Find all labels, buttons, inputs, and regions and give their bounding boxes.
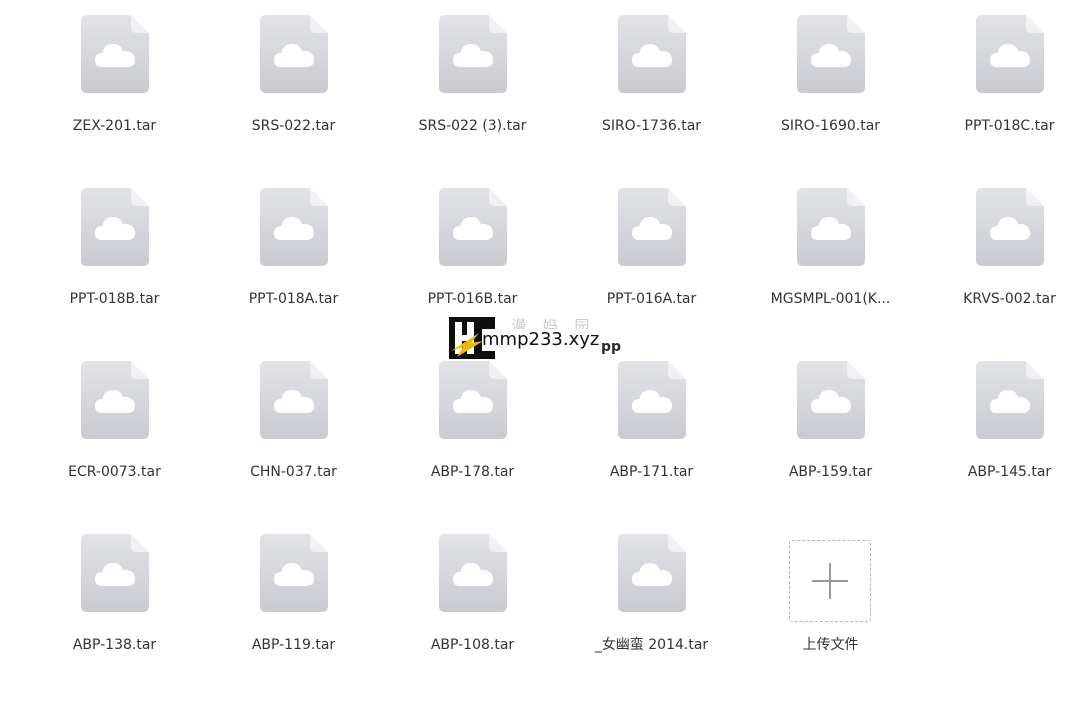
cloud-file-icon [797, 15, 865, 93]
file-name: _女幽蛮 2014.tar [594, 637, 709, 653]
file-item[interactable]: PPT-018B.tar [25, 188, 204, 361]
cloud-file-icon [439, 188, 507, 266]
file-name: PPT-018C.tar [964, 118, 1055, 134]
cloud-file-icon [618, 361, 686, 439]
file-name: SRS-022 (3).tar [418, 118, 527, 134]
file-item[interactable]: _女幽蛮 2014.tar [562, 534, 741, 707]
plus-icon [812, 563, 848, 599]
file-item[interactable]: ABP-119.tar [204, 534, 383, 707]
file-item[interactable]: ABP-145.tar [920, 361, 1080, 534]
file-name: SIRO-1690.tar [780, 118, 881, 134]
file-name: PPT-016A.tar [606, 291, 697, 307]
cloud-file-icon [976, 188, 1044, 266]
cloud-file-icon [81, 15, 149, 93]
cloud-file-icon [439, 534, 507, 612]
cloud-file-icon [81, 188, 149, 266]
file-item[interactable]: PPT-016B.tar [383, 188, 562, 361]
upload-label: 上传文件 [802, 637, 859, 653]
file-item[interactable]: ZEX-201.tar [25, 15, 204, 188]
cloud-file-icon [618, 15, 686, 93]
file-name: ABP-178.tar [430, 464, 515, 480]
cloud-file-icon [260, 361, 328, 439]
file-item[interactable]: SRS-022.tar [204, 15, 383, 188]
cloud-file-icon [797, 361, 865, 439]
file-item[interactable]: CHN-037.tar [204, 361, 383, 534]
file-item[interactable]: ABP-178.tar [383, 361, 562, 534]
file-name: PPT-018B.tar [69, 291, 160, 307]
cloud-file-icon [797, 188, 865, 266]
file-name: ABP-145.tar [967, 464, 1052, 480]
file-item[interactable]: MGSMPL-001(K... [741, 188, 920, 361]
upload-file-button[interactable]: 上传文件 [741, 534, 920, 707]
file-name: PPT-016B.tar [427, 291, 518, 307]
file-item[interactable]: PPT-018A.tar [204, 188, 383, 361]
file-name: MGSMPL-001(K... [770, 291, 891, 307]
cloud-file-icon [260, 188, 328, 266]
file-name: ABP-108.tar [430, 637, 515, 653]
cloud-file-icon [976, 361, 1044, 439]
file-grid: ZEX-201.tar SRS-022.tar SRS-022 (3).tar SIR… [25, 15, 1080, 707]
cloud-file-icon [260, 15, 328, 93]
file-item[interactable]: PPT-018C.tar [920, 15, 1080, 188]
file-item[interactable]: SRS-022 (3).tar [383, 15, 562, 188]
file-item[interactable]: ABP-159.tar [741, 361, 920, 534]
file-name: ABP-171.tar [609, 464, 694, 480]
cloud-file-icon [81, 534, 149, 612]
file-item[interactable]: PPT-016A.tar [562, 188, 741, 361]
file-item[interactable]: ECR-0073.tar [25, 361, 204, 534]
file-item[interactable]: SIRO-1690.tar [741, 15, 920, 188]
upload-box[interactable] [789, 540, 871, 622]
file-name: SIRO-1736.tar [601, 118, 702, 134]
cloud-file-icon [439, 361, 507, 439]
file-name: ABP-138.tar [72, 637, 157, 653]
file-name: ECR-0073.tar [68, 464, 161, 480]
cloud-file-icon [618, 534, 686, 612]
file-name: ZEX-201.tar [72, 118, 157, 134]
file-item[interactable]: ABP-138.tar [25, 534, 204, 707]
cloud-file-icon [618, 188, 686, 266]
cloud-file-icon [81, 361, 149, 439]
file-item[interactable]: ABP-171.tar [562, 361, 741, 534]
file-name: ABP-119.tar [251, 637, 336, 653]
file-item[interactable]: KRVS-002.tar [920, 188, 1080, 361]
file-name: PPT-018A.tar [248, 291, 339, 307]
file-name: KRVS-002.tar [963, 291, 1056, 307]
file-name: SRS-022.tar [251, 118, 336, 134]
file-item[interactable]: SIRO-1736.tar [562, 15, 741, 188]
file-name: ABP-159.tar [788, 464, 873, 480]
file-item[interactable]: ABP-108.tar [383, 534, 562, 707]
cloud-file-icon [439, 15, 507, 93]
cloud-file-icon [260, 534, 328, 612]
cloud-file-icon [976, 15, 1044, 93]
file-name: CHN-037.tar [250, 464, 337, 480]
